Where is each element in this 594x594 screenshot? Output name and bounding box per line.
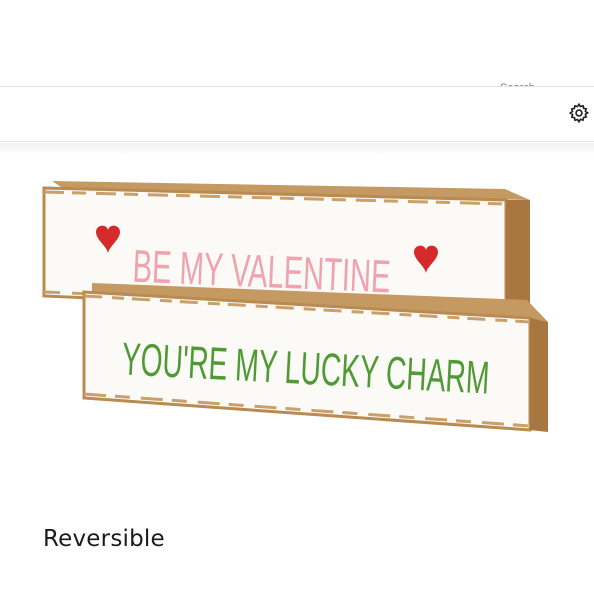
product-caption: Reversible [43, 526, 165, 552]
toolbar-shadow [0, 143, 594, 155]
gear-icon[interactable] [568, 102, 590, 124]
product-photo: BE MY VALENTINE YOU'RE MY LUCKY CHARM [42, 181, 548, 432]
toolbar-bar [0, 86, 594, 142]
sign-lucky-charm: YOU'RE MY LUCKY CHARM [82, 283, 548, 432]
